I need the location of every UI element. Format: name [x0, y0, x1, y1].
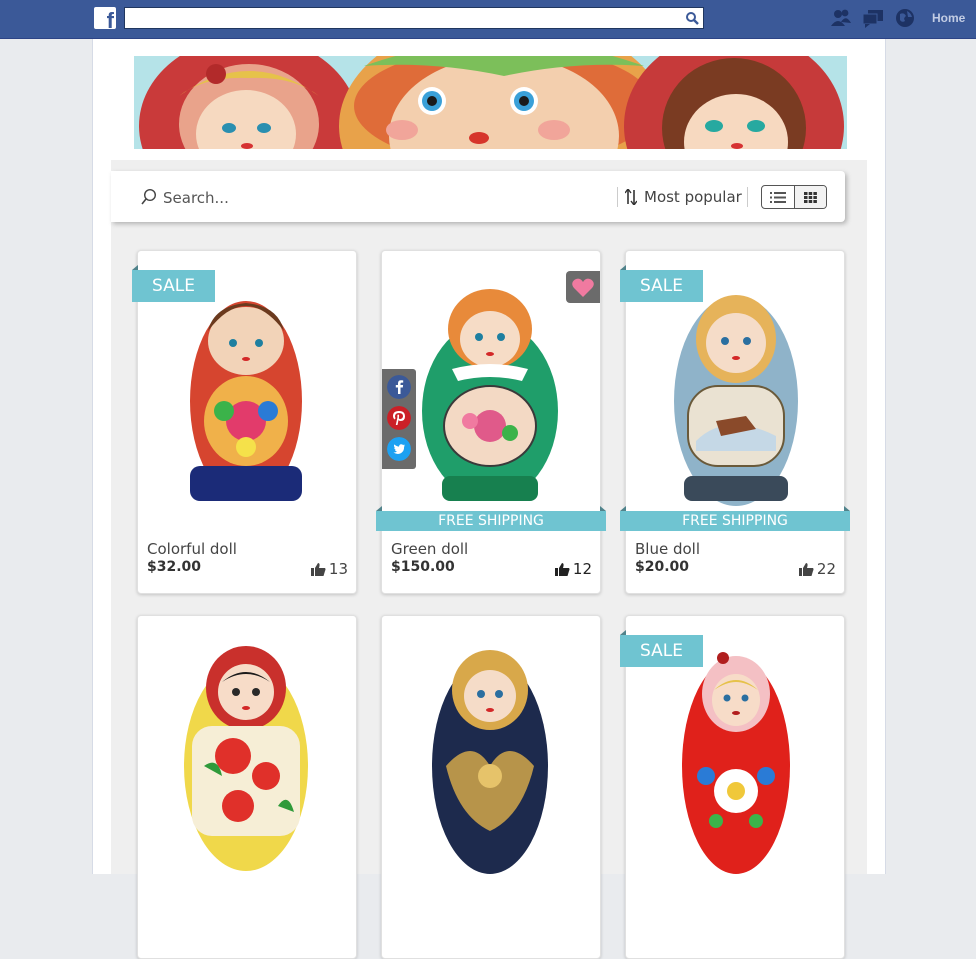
list-view-button[interactable]	[762, 186, 794, 208]
product-image	[432, 650, 548, 874]
grid-view-icon	[803, 191, 817, 203]
product-name: Green doll	[391, 540, 469, 558]
heart-icon	[572, 278, 594, 297]
search-icon[interactable]	[685, 11, 699, 25]
grid-view-button[interactable]	[793, 186, 826, 208]
toolbar-divider	[747, 187, 748, 207]
product-card[interactable]: FREE SHIPPING Green doll $150.00 12	[376, 250, 606, 594]
home-link[interactable]: Home	[932, 11, 965, 25]
product-name: Blue doll	[635, 540, 700, 558]
like-count-value: 12	[572, 560, 592, 578]
favorite-button[interactable]	[566, 271, 600, 303]
product-price: $150.00	[391, 559, 455, 575]
product-card[interactable]: SALE	[620, 615, 845, 959]
product-card[interactable]	[381, 615, 601, 959]
sort-dropdown[interactable]: Most popular	[625, 185, 742, 209]
thumbs-up-icon	[310, 562, 326, 576]
product-image	[184, 646, 308, 871]
facebook-top-bar: f Home	[0, 0, 976, 39]
store-banner	[134, 56, 847, 149]
view-toggle	[761, 185, 827, 209]
list-view-icon	[769, 191, 786, 203]
product-card[interactable]: SALE FREE SHIPPING Blue doll $20.00 22	[620, 250, 850, 594]
like-count-value: 22	[816, 560, 836, 578]
free-shipping-ribbon: FREE SHIPPING	[620, 506, 850, 531]
like-count[interactable]: 12	[554, 560, 592, 578]
thumbs-up-icon	[554, 562, 570, 576]
facebook-icon[interactable]	[387, 375, 411, 399]
like-count-value: 13	[328, 560, 348, 578]
twitter-icon[interactable]	[387, 437, 411, 461]
product-card[interactable]	[137, 615, 357, 959]
messages-icon[interactable]	[862, 8, 884, 28]
product-price: $32.00	[147, 559, 202, 575]
sale-badge: SALE	[620, 630, 703, 667]
sort-icon	[625, 189, 637, 205]
search-icon	[141, 188, 157, 205]
product-search-input[interactable]	[161, 185, 465, 211]
sale-badge: SALE	[132, 265, 215, 302]
sale-badge: SALE	[620, 265, 703, 302]
thumbs-up-icon	[798, 562, 814, 576]
friends-icon[interactable]	[830, 8, 852, 28]
like-count[interactable]: 22	[798, 560, 836, 578]
product-price: $20.00	[635, 559, 690, 575]
facebook-search-input[interactable]	[124, 7, 704, 29]
product-name: Colorful doll	[147, 540, 237, 558]
sort-label: Most popular	[644, 188, 742, 206]
notifications-globe-icon[interactable]	[894, 8, 916, 28]
toolbar-divider	[617, 187, 618, 207]
facebook-logo-icon[interactable]: f	[94, 7, 116, 29]
pinterest-icon[interactable]	[387, 406, 411, 430]
matryoshka-banner-image	[134, 56, 847, 149]
like-count[interactable]: 13	[310, 560, 348, 578]
share-panel	[382, 369, 416, 469]
free-shipping-ribbon: FREE SHIPPING	[376, 506, 606, 531]
product-card[interactable]: SALE Colorful doll $32.00 13	[132, 250, 357, 594]
store-toolbar: Most popular	[111, 171, 845, 222]
